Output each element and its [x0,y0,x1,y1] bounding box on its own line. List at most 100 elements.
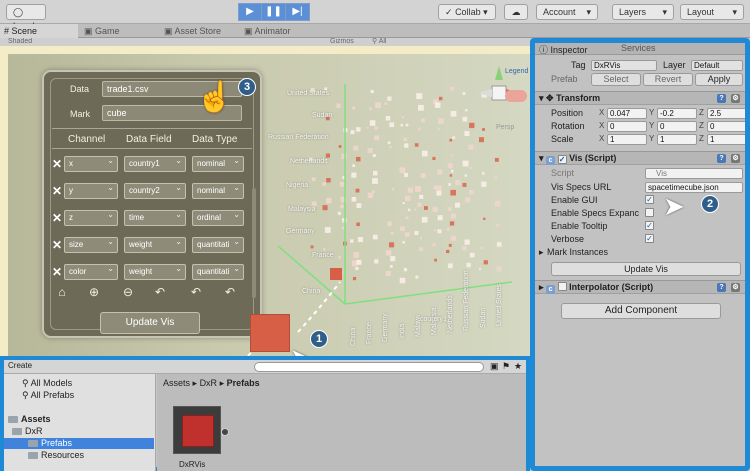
tab-animator[interactable]: ▣ Animator [240,24,320,38]
layer-dropdown[interactable]: Default [691,60,743,71]
tab-game[interactable]: ▣ Game [80,24,158,38]
help-book-icon[interactable]: ? [717,283,726,292]
component-gear-icon[interactable]: ⚙ [731,94,740,103]
channel-dropdown[interactable]: y [64,183,118,199]
gui-update-vis-button[interactable]: Update Vis [100,312,200,334]
data-field-dropdown[interactable]: country2 [124,183,186,199]
enable-tooltip-checkbox[interactable]: ✓ [645,221,654,230]
scale-z-input[interactable]: 1 [707,134,745,145]
pause-button[interactable]: ❚❚ [262,3,286,21]
filter-type-icon[interactable]: ▣ [490,361,499,372]
prefab-revert-button[interactable]: Revert [643,73,693,86]
rotate-y-icon[interactable]: ↶ [188,284,204,300]
interpolator-component-header[interactable]: ▸ c Interpolator (Script) ? ⚙ [535,280,745,294]
component-gear-icon[interactable]: ⚙ [731,154,740,163]
zoom-out-icon[interactable]: ⊖ [120,284,136,300]
breadcrumb-assets[interactable]: Assets [163,378,190,388]
account-dropdown[interactable]: Account ▾ [536,4,598,20]
tree-item[interactable]: Assets [4,414,154,425]
home-icon[interactable]: ⌂ [54,284,70,300]
play-button[interactable]: ▶ [238,3,262,21]
data-type-dropdown[interactable]: quantitati [192,264,244,280]
data-field-dropdown[interactable]: country1 [124,156,186,172]
layout-dropdown[interactable]: Layout ▾ [680,4,744,20]
data-type-dropdown[interactable]: ordinal [192,210,244,226]
pivot-local-button[interactable]: ◯ Local [6,4,46,31]
data-type-dropdown[interactable]: nominal [192,156,244,172]
rotation-x-input[interactable]: 0 [607,121,647,132]
data-field-dropdown[interactable]: weight [124,237,186,253]
position-y-input[interactable]: -0.2 [657,108,697,119]
zoom-in-icon[interactable]: ⊕ [86,284,102,300]
highlighted-vis-mark[interactable] [330,268,342,280]
rotate-x-icon[interactable]: ↶ [152,284,168,300]
prefab-expand-icon[interactable] [221,428,229,436]
remove-channel-icon[interactable]: ✕ [52,211,62,225]
tree-item[interactable]: DxR [4,426,154,437]
label-tag-icon[interactable]: ⚑ [502,361,510,372]
dxr-vis-prefab-cube[interactable] [250,314,290,352]
scale-y-input[interactable]: 1 [657,134,697,145]
create-dropdown[interactable]: Create [8,361,32,370]
tree-item[interactable]: ⚲ All Prefabs [4,390,154,401]
scale-x-input[interactable]: 1 [607,134,647,145]
enable-specs-expanded-checkbox[interactable] [645,208,654,217]
vis-mark [437,229,442,234]
data-field-dropdown[interactable]: time [124,210,186,226]
shading-mode-dropdown[interactable]: Shaded [8,38,32,45]
step-button[interactable]: ▶| [286,3,310,21]
tab-asset-store[interactable]: ▣ Asset Store [160,24,238,38]
help-book-icon[interactable]: ? [717,94,726,103]
position-z-input[interactable]: 2.5 [707,108,745,119]
update-vis-button[interactable]: Update Vis [551,262,741,276]
favorite-star-icon[interactable]: ★ [514,361,522,372]
tab-inspector[interactable]: ⓘ Inspector [539,43,588,56]
data-type-dropdown[interactable]: quantitati [192,237,244,253]
vis-script-component-header[interactable]: ▾ c ✓ Vis (Script) ? ⚙ [535,151,745,165]
vis-specs-url-input[interactable]: spacetimecube.json [645,182,743,193]
gizmos-dropdown[interactable]: Gizmos [330,38,354,46]
tab-scene[interactable]: # Scene [0,24,78,38]
channel-dropdown[interactable]: size [64,237,118,253]
project-search-input[interactable] [254,362,484,372]
prefab-select-button[interactable]: Select [591,73,641,86]
dxrvis-prefab-thumbnail[interactable] [173,406,221,454]
perspective-label[interactable]: Persp [496,124,514,131]
scene-view[interactable]: United States Sudan Russian Federation Neth… [0,46,530,356]
interpolator-enabled-checkbox[interactable] [557,282,567,291]
help-book-icon[interactable]: ? [717,154,726,163]
channel-dropdown[interactable]: z [64,210,118,226]
position-x-input[interactable]: 0.047 [607,108,647,119]
remove-channel-icon[interactable]: ✕ [52,157,62,171]
tree-item[interactable]: Prefabs [4,438,154,449]
tag-dropdown[interactable]: DxRVis [591,60,657,71]
remove-channel-icon[interactable]: ✕ [52,238,62,252]
enable-gui-checkbox[interactable]: ✓ [645,195,654,204]
tab-services[interactable]: Services [621,43,656,53]
layers-dropdown[interactable]: Layers ▾ [612,4,674,20]
mark-instances-row[interactable]: ▸ Mark Instances [535,246,745,258]
channel-dropdown[interactable]: x [64,156,118,172]
channel-list-scrollbar[interactable] [252,188,256,298]
transform-component-header[interactable]: ▾ ✥ Transform ? ⚙ [535,91,745,105]
remove-channel-icon[interactable]: ✕ [52,184,62,198]
rotate-z-icon[interactable]: ↶ [222,284,238,300]
verbose-checkbox[interactable]: ✓ [645,234,654,243]
breadcrumb-dxr[interactable]: DxR [200,378,218,388]
remove-channel-icon[interactable]: ✕ [52,265,62,279]
vis-enabled-checkbox[interactable]: ✓ [557,155,567,164]
component-gear-icon[interactable]: ⚙ [731,283,740,292]
cloud-button[interactable]: ☁ [504,4,528,20]
data-field-dropdown[interactable]: weight [124,264,186,280]
rotation-y-input[interactable]: 0 [657,121,697,132]
scene-search-field[interactable]: ⚲ All [372,38,386,46]
channel-dropdown[interactable]: color [64,264,118,280]
tree-item[interactable]: Resources [4,450,154,461]
data-type-dropdown[interactable]: nominal [192,183,244,199]
breadcrumb-prefabs[interactable]: Prefabs [227,378,260,388]
tree-item[interactable]: ⚲ All Models [4,378,154,389]
rotation-z-input[interactable]: 0 [707,121,745,132]
prefab-apply-button[interactable]: Apply [695,73,743,86]
collab-button[interactable]: ✓ Collab ▾ [438,4,496,20]
add-component-button[interactable]: Add Component [561,303,721,319]
